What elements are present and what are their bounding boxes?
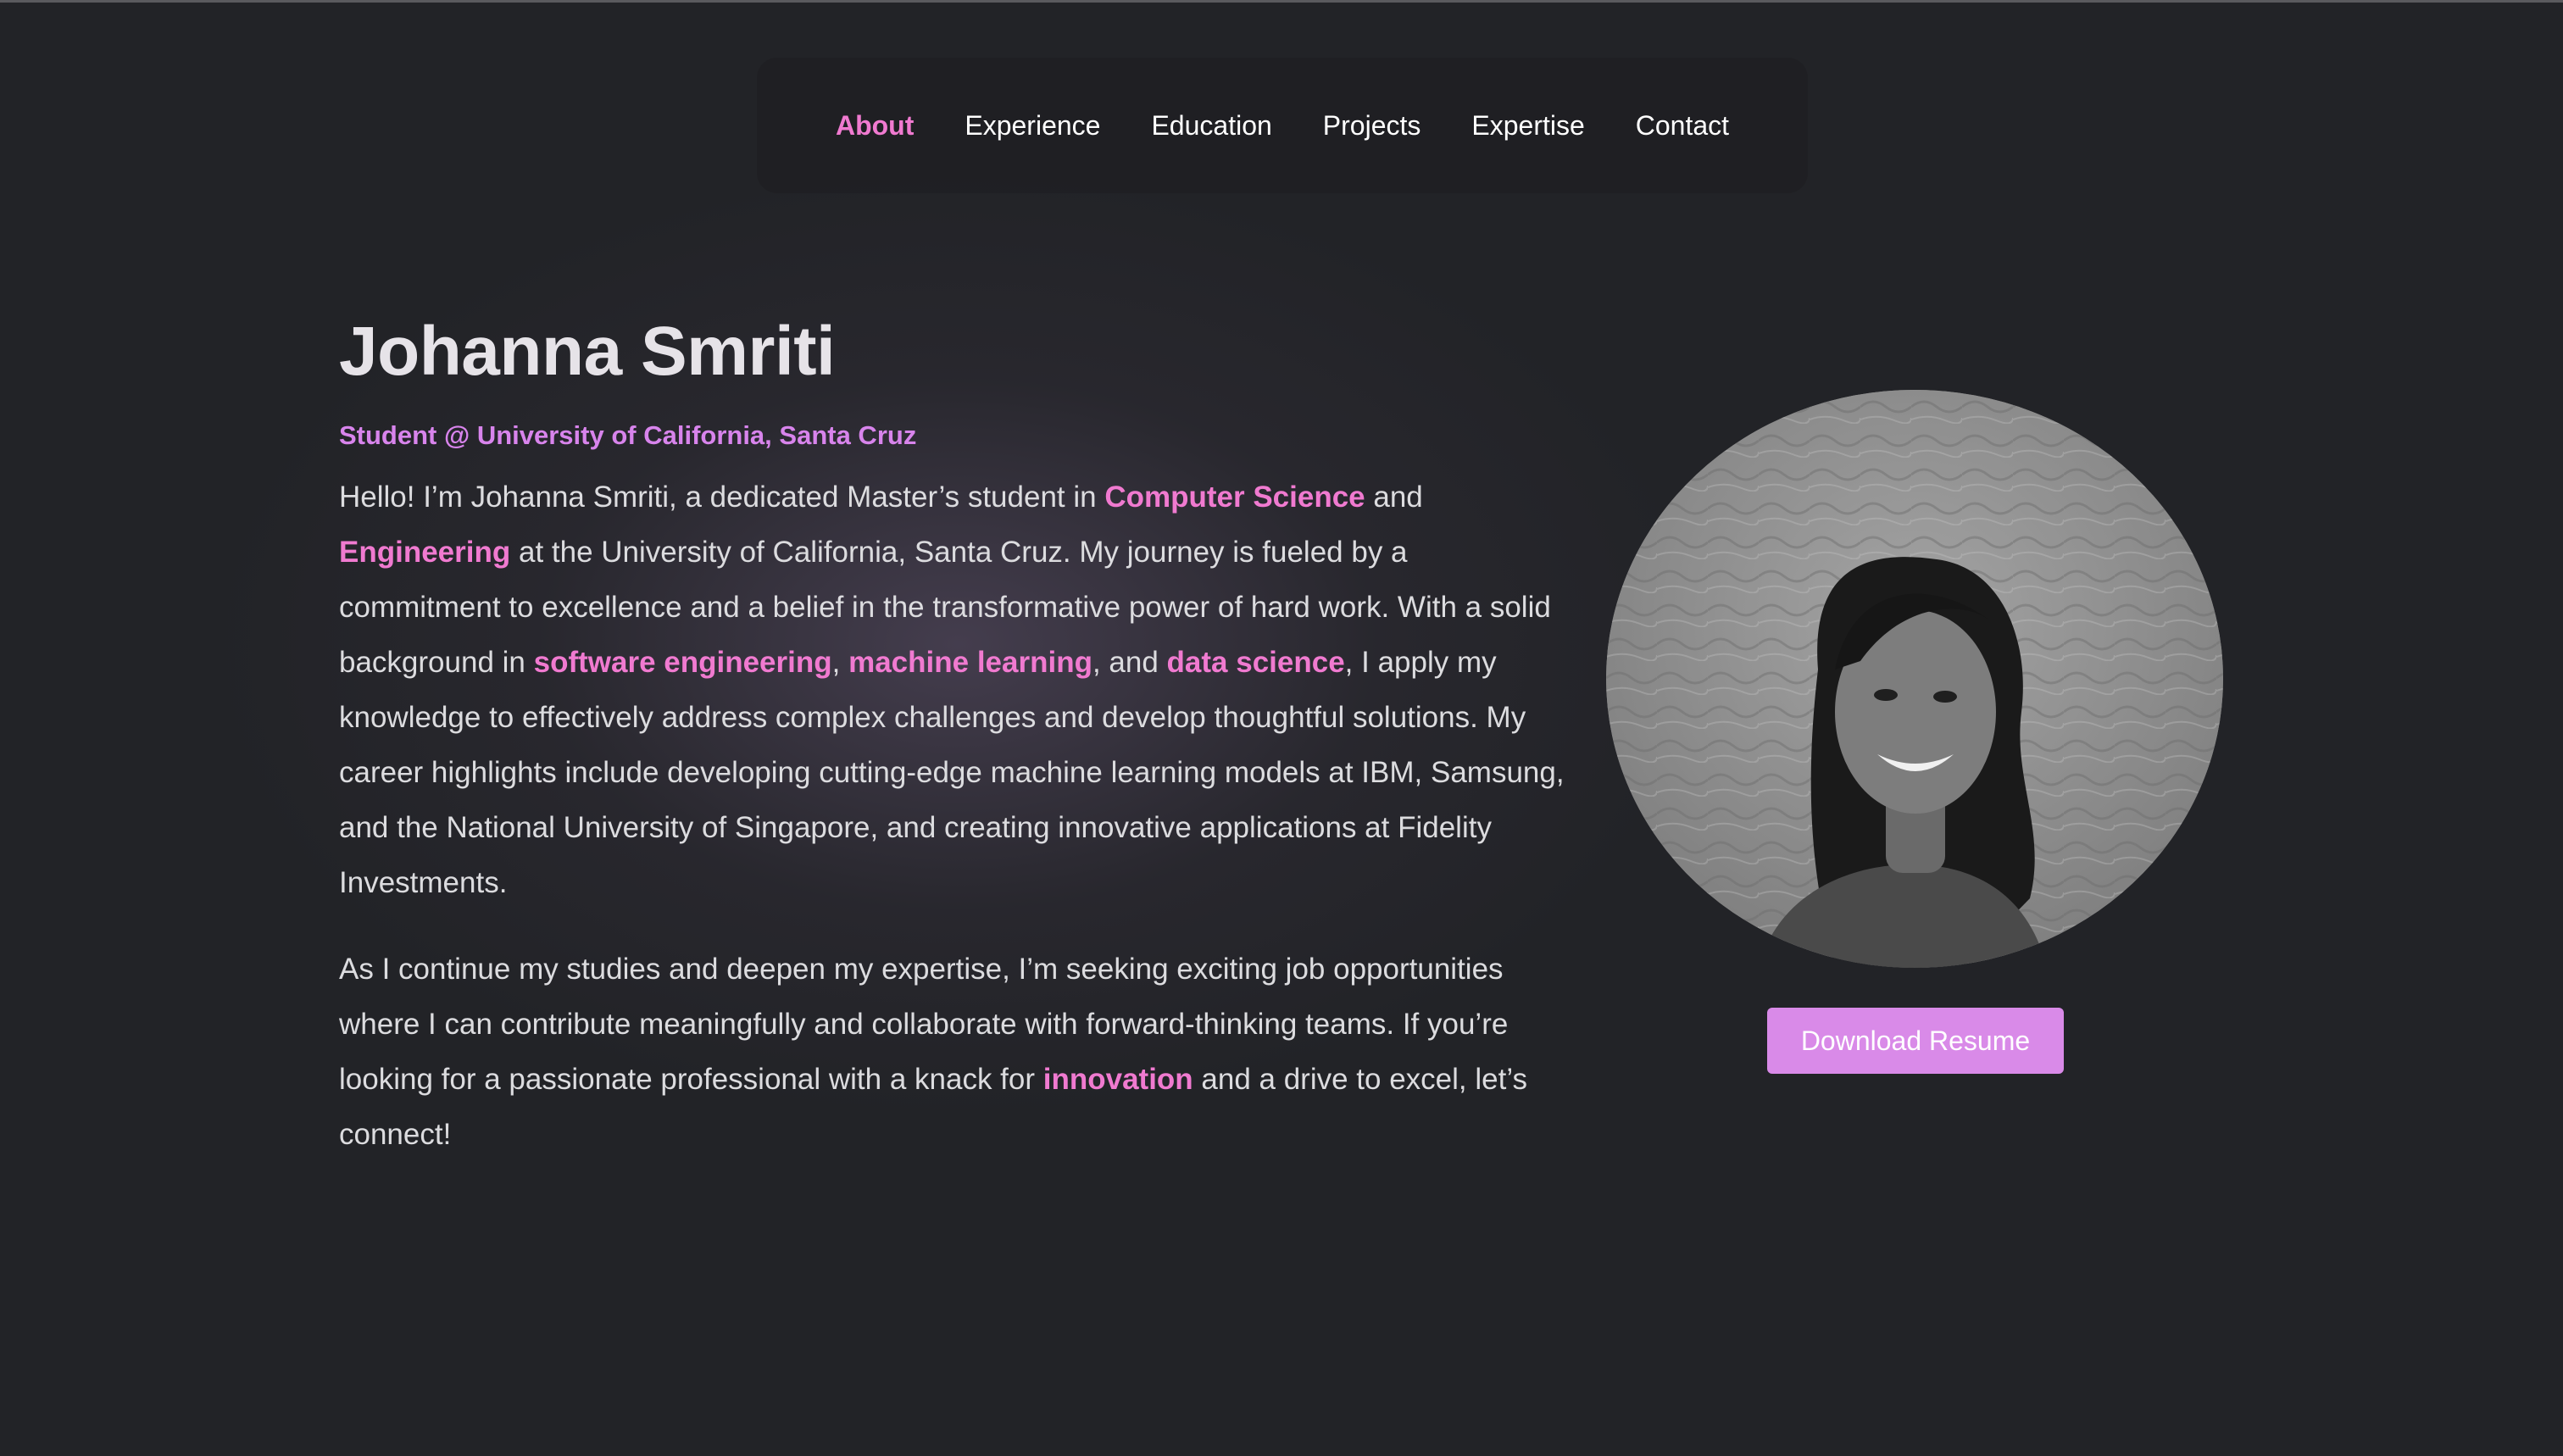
highlight-innovation: innovation: [1042, 1063, 1193, 1096]
text-span: Hello! I’m Johanna Smriti, a dedicated M…: [339, 481, 1105, 514]
top-navigation: About Experience Education Projects Expe…: [757, 58, 1808, 193]
text-span: , I apply my knowledge to effectively ad…: [339, 646, 1565, 899]
portrait-image: [1606, 390, 2223, 968]
nav-expertise[interactable]: Expertise: [1471, 110, 1584, 142]
highlight-machine-learning: machine learning: [848, 646, 1092, 679]
window-top-border: [0, 0, 2563, 3]
page-title: Johanna Smriti: [339, 313, 836, 390]
subtitle: Student @ University of California, Sant…: [339, 420, 917, 450]
highlight-software-engineering: software engineering: [533, 646, 832, 679]
nav-projects[interactable]: Projects: [1323, 110, 1421, 142]
nav-contact[interactable]: Contact: [1636, 110, 1729, 142]
text-span: ,: [831, 646, 849, 679]
download-resume-button[interactable]: Download Resume: [1767, 1008, 2064, 1074]
text-span: and: [1365, 481, 1423, 514]
about-section: Johanna Smriti Student @ University of C…: [339, 305, 1576, 1162]
nav-experience[interactable]: Experience: [965, 110, 1100, 142]
highlight-computer-science: Computer Science: [1104, 481, 1365, 514]
profile-photo: [1606, 390, 2223, 968]
intro-paragraph: Hello! I’m Johanna Smriti, a dedicated M…: [339, 470, 1576, 910]
highlight-engineering: Engineering: [339, 536, 511, 569]
nav-education[interactable]: Education: [1151, 110, 1271, 142]
closing-paragraph: As I continue my studies and deepen my e…: [339, 942, 1576, 1162]
nav-about[interactable]: About: [836, 110, 914, 142]
highlight-data-science: data science: [1166, 646, 1345, 679]
text-span: , and: [1092, 646, 1167, 679]
